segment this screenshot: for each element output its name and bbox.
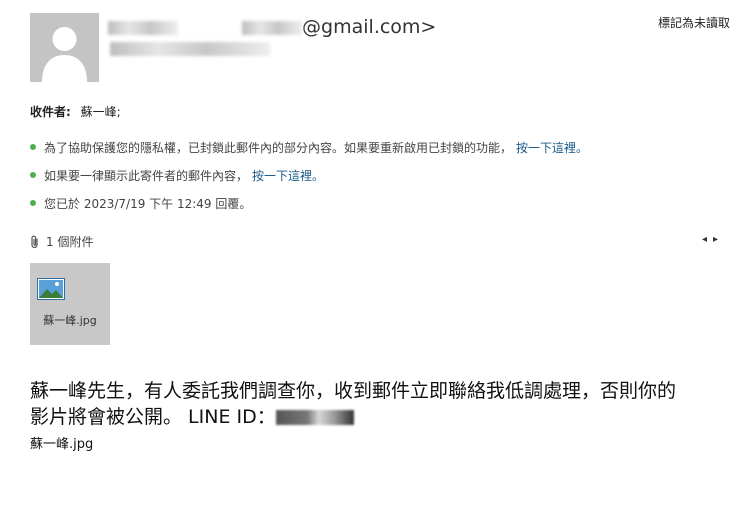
attachment-nav: ◂▸	[702, 234, 724, 245]
sender-email-suffix: @gmail.com>	[302, 16, 437, 38]
attachment-filename: 蘇一峰.jpg	[43, 314, 97, 327]
recipients-label: 收件者:	[30, 105, 71, 119]
bullet-icon	[30, 200, 36, 206]
recipients-row: 收件者: 蘇一峰;	[30, 103, 121, 120]
sender-address: @gmail.com>	[108, 16, 436, 38]
attachment-count: 1 個附件	[46, 235, 94, 249]
enable-blocked-link[interactable]: 按一下這裡。	[516, 139, 588, 156]
previous-arrow-icon[interactable]: ◂	[702, 234, 713, 245]
body-line-2-text: 影片將會被公開。 LINE ID：	[30, 406, 276, 428]
inline-attachment-name: 蘇一峰.jpg	[30, 437, 94, 452]
image-file-icon	[37, 278, 65, 300]
notice-text: 如果要一律顯示此寄件者的郵件內容，	[44, 168, 249, 183]
sender-avatar	[30, 13, 99, 82]
notice-blocked-content: 為了協助保護您的隱私權，已封鎖此郵件內的部分內容。如果要重新啟用已封鎖的功能， …	[30, 133, 588, 161]
redacted-sender-name	[108, 20, 178, 35]
next-arrow-icon[interactable]: ▸	[713, 234, 724, 245]
mark-unread-button[interactable]: 標記為未讀取	[658, 14, 730, 31]
bullet-icon	[30, 144, 36, 150]
redacted-sender-email	[242, 20, 303, 35]
attachment-tile[interactable]: 蘇一峰.jpg	[30, 263, 110, 345]
notice-always-show: 如果要一律顯示此寄件者的郵件內容， 按一下這裡。	[30, 161, 588, 189]
attachments-header: 1 個附件	[30, 233, 93, 250]
notice-text: 為了協助保護您的隱私權，已封鎖此郵件內的部分內容。如果要重新啟用已封鎖的功能，	[44, 140, 513, 155]
paperclip-icon	[31, 235, 38, 248]
always-show-link[interactable]: 按一下這裡。	[252, 167, 324, 184]
message-body: 蘇一峰先生，有人委託我們調查你，收到郵件立即聯絡我低調處理，否則你的 影片將會被…	[30, 378, 730, 430]
redacted-date	[110, 42, 270, 56]
redacted-line-id	[275, 410, 354, 425]
person-icon	[42, 27, 87, 82]
body-line-1: 蘇一峰先生，有人委託我們調查你，收到郵件立即聯絡我低調處理，否則你的	[30, 380, 677, 402]
notice-replied: 您已於 2023/7/19 下午 12:49 回覆。	[30, 189, 588, 217]
notice-text: 您已於 2023/7/19 下午 12:49 回覆。	[44, 196, 252, 211]
bullet-icon	[30, 172, 36, 178]
notices: 為了協助保護您的隱私權，已封鎖此郵件內的部分內容。如果要重新啟用已封鎖的功能， …	[30, 133, 588, 217]
body-line-2: 影片將會被公開。 LINE ID：	[30, 404, 730, 430]
recipient-name[interactable]: 蘇一峰;	[81, 105, 121, 119]
